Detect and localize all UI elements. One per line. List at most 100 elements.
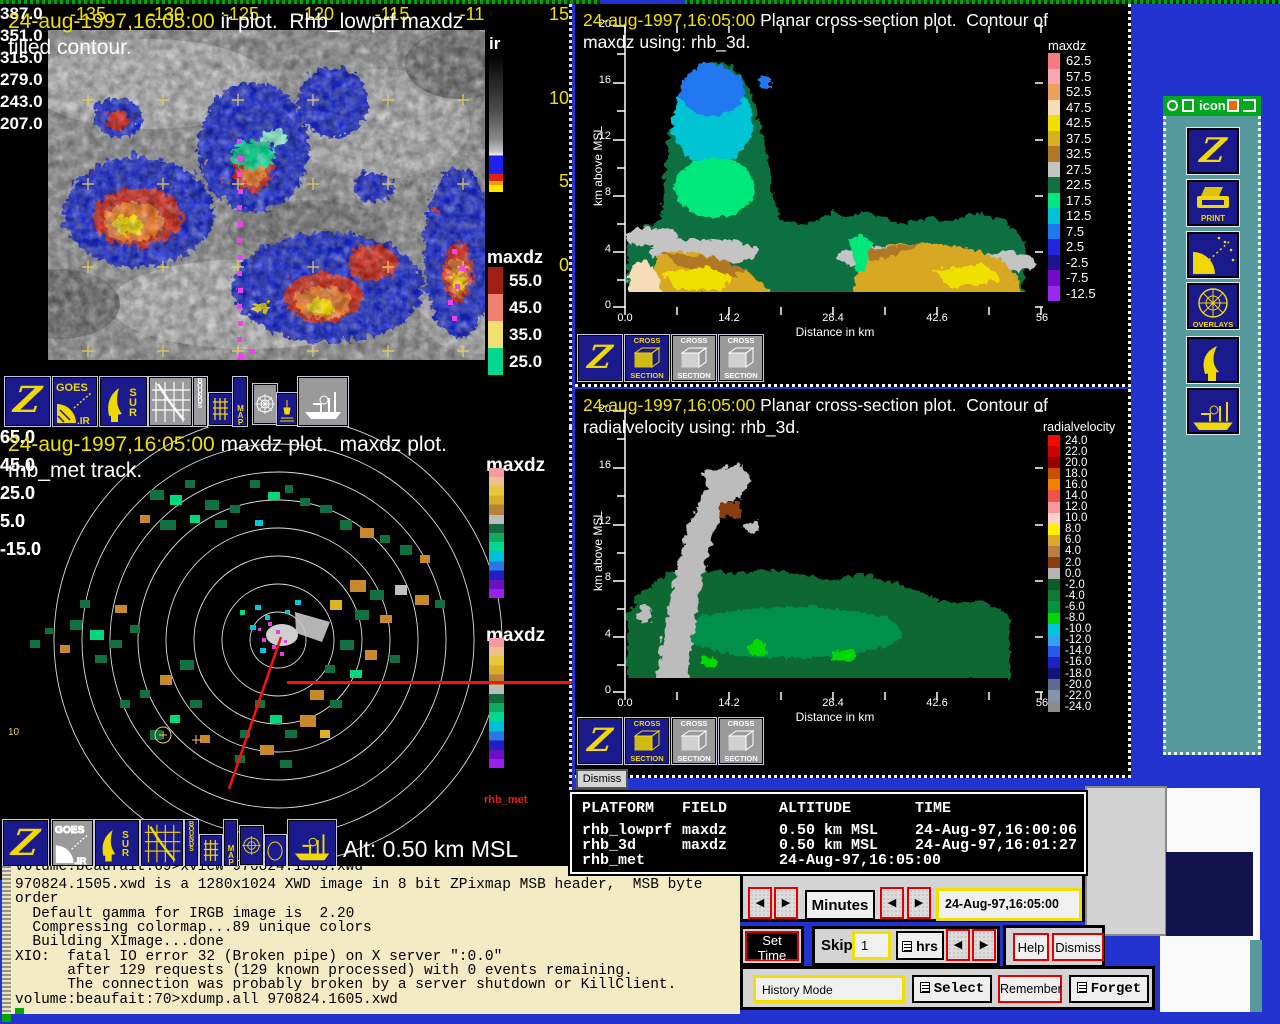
overlay-rings-button[interactable] <box>240 826 263 865</box>
radar-ppi-panel: 24-aug-1997,16:05:00 maxdz plot. maxdz p… <box>0 427 572 880</box>
cross-section-button[interactable]: CROSS SECTION <box>719 335 763 381</box>
cross-section-button-active[interactable]: CROSS SECTION <box>625 335 669 381</box>
svg-text:GOES: GOES <box>55 825 85 836</box>
satellite-button[interactable] <box>1187 232 1239 278</box>
range-rings-icon <box>254 385 276 423</box>
cross-section-button[interactable]: CROSS SECTION <box>719 718 763 764</box>
hrs-menu-button[interactable]: hrs <box>896 931 944 960</box>
column-header: TIME <box>915 800 951 817</box>
map-button[interactable]: MAP <box>233 377 247 426</box>
arrow-left-icon: ◀ <box>954 939 962 951</box>
zeb-menu-button[interactable]: Z <box>578 335 622 381</box>
help-dismiss-box: Help Dismiss <box>1003 925 1105 968</box>
ship-icon <box>289 821 335 865</box>
colorbar-label: 25.0 <box>0 483 35 504</box>
terminal-scrollbar[interactable] <box>2 866 11 1014</box>
x-tick-label: 56 <box>1020 312 1064 324</box>
bounds-button[interactable]: BOUNDS <box>193 377 207 426</box>
satellite-ir-image[interactable] <box>48 30 485 360</box>
colorbar-entry: 35.0 <box>488 321 542 348</box>
ship-display-button[interactable] <box>298 377 348 426</box>
minutes-forward-button[interactable]: ▶ <box>907 887 931 919</box>
zeb-menu-button[interactable]: Z <box>3 820 48 866</box>
colorbar-entry: 12.5 <box>1048 208 1096 224</box>
bounds-button[interactable]: BOUNDS <box>185 820 198 866</box>
ship-button[interactable] <box>1187 388 1239 434</box>
step-back-button[interactable]: ◀ <box>748 887 772 919</box>
cross-section-dismiss-button[interactable]: Dismiss <box>576 769 628 789</box>
zebra-desktop: 24-aug-1997,16:05:00 ir plot. Rhb_lowprf… <box>0 0 1280 1024</box>
cross-section-button[interactable]: CROSS SECTION <box>672 335 716 381</box>
ellipse-overlay-button[interactable] <box>265 835 286 866</box>
zeb-menu-button[interactable]: Z <box>5 377 50 426</box>
colorbar-entry: 42.5 <box>1048 115 1096 131</box>
y-tick-label: 5 <box>559 171 569 192</box>
colorbar-entry: 52.5 <box>1048 84 1096 100</box>
goes-ir-button[interactable]: GOES .IR <box>52 820 93 866</box>
minutes-button[interactable]: Minutes <box>805 890 875 920</box>
terminal-line: Compressing colormap...89 unique colors <box>15 921 702 935</box>
remember-button[interactable]: Remember <box>998 975 1062 1003</box>
radar-button[interactable] <box>1187 337 1239 383</box>
arrow-left-icon: ◀ <box>756 897 764 909</box>
print-button[interactable]: PRINT <box>1187 180 1239 226</box>
colorbar-entry: -8.0 <box>1048 613 1091 624</box>
subgrid-button[interactable] <box>209 393 232 425</box>
column-header: FIELD <box>682 800 727 817</box>
window-dot-icon[interactable] <box>1227 99 1239 112</box>
skip-forward-button[interactable]: ▶ <box>972 929 996 961</box>
track-platform-label: rhb_met <box>484 794 527 806</box>
set-time-box: Set Time <box>740 926 804 966</box>
forget-menu-button[interactable]: Forget <box>1069 975 1149 1003</box>
cross-section-button-active[interactable]: CROSS SECTION <box>625 718 669 764</box>
colorbar-entry: -24.0 <box>1048 701 1091 712</box>
cross-section-maxdz-plot[interactable] <box>575 4 1045 334</box>
overlay-rings-button[interactable] <box>253 384 277 424</box>
xs-radial-title: 24-aug-1997,16:05:00 Planar cross-sectio… <box>583 395 1048 416</box>
window-titlebar[interactable]: icon <box>1163 96 1261 116</box>
overlays-button[interactable]: OVERLAYS <box>1187 283 1239 329</box>
subgrid-button[interactable] <box>200 835 222 866</box>
set-time-button[interactable]: Set Time <box>745 931 799 961</box>
xs-radial-title-line2: radialvelocity using: rhb_3d. <box>583 417 800 438</box>
ir-colorbar-title: ir <box>489 34 500 54</box>
menu-icon <box>902 941 912 952</box>
zeb-main-button[interactable]: Z <box>1187 128 1239 174</box>
radar-ppi-display[interactable] <box>0 427 572 880</box>
track-grid-button[interactable] <box>149 377 192 426</box>
surveillance-radar-button[interactable]: SUR <box>100 377 147 426</box>
map-button[interactable]: MAP <box>224 820 237 866</box>
goes-ir-button[interactable]: GOES .IR <box>53 377 97 426</box>
minutes-back-button[interactable]: ◀ <box>880 887 904 919</box>
window-iconify-icon[interactable] <box>1182 99 1194 112</box>
colorbar-entry: 2.0 <box>1048 557 1091 568</box>
dismiss-button[interactable]: Dismiss <box>1052 933 1104 961</box>
colorbar-entry: 7.5 <box>1048 224 1096 240</box>
buoy-button[interactable] <box>277 393 297 425</box>
colorbar-entry: 0.0 <box>1048 568 1091 579</box>
surveillance-radar-button[interactable]: SUR <box>95 820 139 866</box>
arrow-right-icon: ▶ <box>782 897 790 909</box>
grid-icon <box>210 394 231 424</box>
select-menu-button[interactable]: Select <box>912 975 992 1003</box>
partial-scrollbar-teal[interactable] <box>1250 940 1262 1012</box>
history-mode-field[interactable]: History Mode <box>753 975 905 1003</box>
xs-maxdz-colorbar-title: maxdz <box>1048 38 1086 53</box>
skip-back-button[interactable]: ◀ <box>946 929 970 961</box>
cross-section-button[interactable]: CROSS SECTION <box>672 718 716 764</box>
platform-row: rhb_met24-Aug-97,16:05:00 <box>572 852 1084 867</box>
time-input-field[interactable]: 24-Aug-97,16:05:00 <box>936 888 1082 921</box>
x-tick-label: 42.6 <box>915 697 959 709</box>
colorbar-entry: -12.5 <box>1048 286 1096 302</box>
svg-text:.IR: .IR <box>77 416 91 426</box>
cross-section-radialvelocity-plot[interactable] <box>575 389 1045 719</box>
zeb-menu-button[interactable]: Z <box>578 718 622 764</box>
window-maximize-icon[interactable] <box>1243 99 1256 112</box>
step-forward-button[interactable]: ▶ <box>774 887 798 919</box>
map-label: MAP <box>227 844 235 865</box>
window-menu-circle-icon[interactable] <box>1167 100 1178 111</box>
ship-display-button[interactable] <box>288 820 336 866</box>
help-button[interactable]: Help <box>1013 933 1049 961</box>
track-grid-button[interactable] <box>141 820 183 866</box>
skip-value-field[interactable]: 1 <box>852 931 891 960</box>
